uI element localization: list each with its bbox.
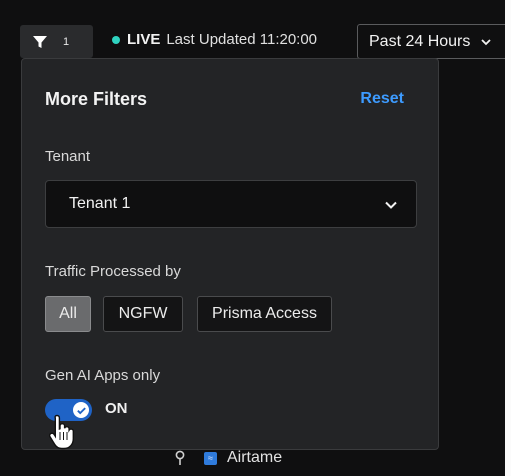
- time-range-value: Past 24 Hours: [369, 32, 471, 50]
- chevron-down-icon: [481, 38, 492, 45]
- tenant-label: Tenant: [45, 148, 91, 165]
- chevron-down-icon: [385, 201, 397, 209]
- traffic-option-prisma-access[interactable]: Prisma Access: [197, 296, 332, 332]
- app-icon: ≈: [204, 451, 217, 465]
- location-pin-icon: [175, 450, 185, 465]
- filter-count-badge: 1: [63, 35, 70, 48]
- reset-button[interactable]: Reset: [360, 90, 404, 108]
- more-filters-panel: More Filters Reset Tenant Tenant 1 Traff…: [21, 58, 439, 450]
- window-edge: [505, 0, 511, 476]
- app-name: Airtame: [227, 449, 283, 466]
- tenant-select[interactable]: Tenant 1: [45, 180, 417, 228]
- filter-icon: [33, 35, 47, 48]
- traffic-option-ngfw[interactable]: NGFW: [103, 296, 183, 332]
- tenant-selected-value: Tenant 1: [69, 195, 131, 212]
- live-status: LIVE Last Updated 11:20:00: [112, 31, 317, 48]
- live-label: LIVE: [127, 31, 161, 48]
- traffic-processed-label: Traffic Processed by: [45, 263, 181, 280]
- app-legend-item: ≈ Airtame: [174, 449, 282, 467]
- live-indicator-dot: [112, 35, 120, 44]
- traffic-option-all[interactable]: All: [45, 296, 91, 332]
- dashboard-canvas: 1 LIVE Last Updated 11:20:00 Past 24 Hou…: [0, 0, 511, 476]
- toggle-state-label: ON: [105, 400, 128, 417]
- hand-pointer-icon: [48, 414, 74, 450]
- panel-title: More Filters: [45, 89, 148, 109]
- gen-ai-label: Gen AI Apps only: [45, 367, 161, 384]
- time-range-select[interactable]: Past 24 Hours: [357, 24, 509, 59]
- filter-button[interactable]: 1: [20, 25, 93, 58]
- last-updated-text: Last Updated 11:20:00: [166, 31, 318, 48]
